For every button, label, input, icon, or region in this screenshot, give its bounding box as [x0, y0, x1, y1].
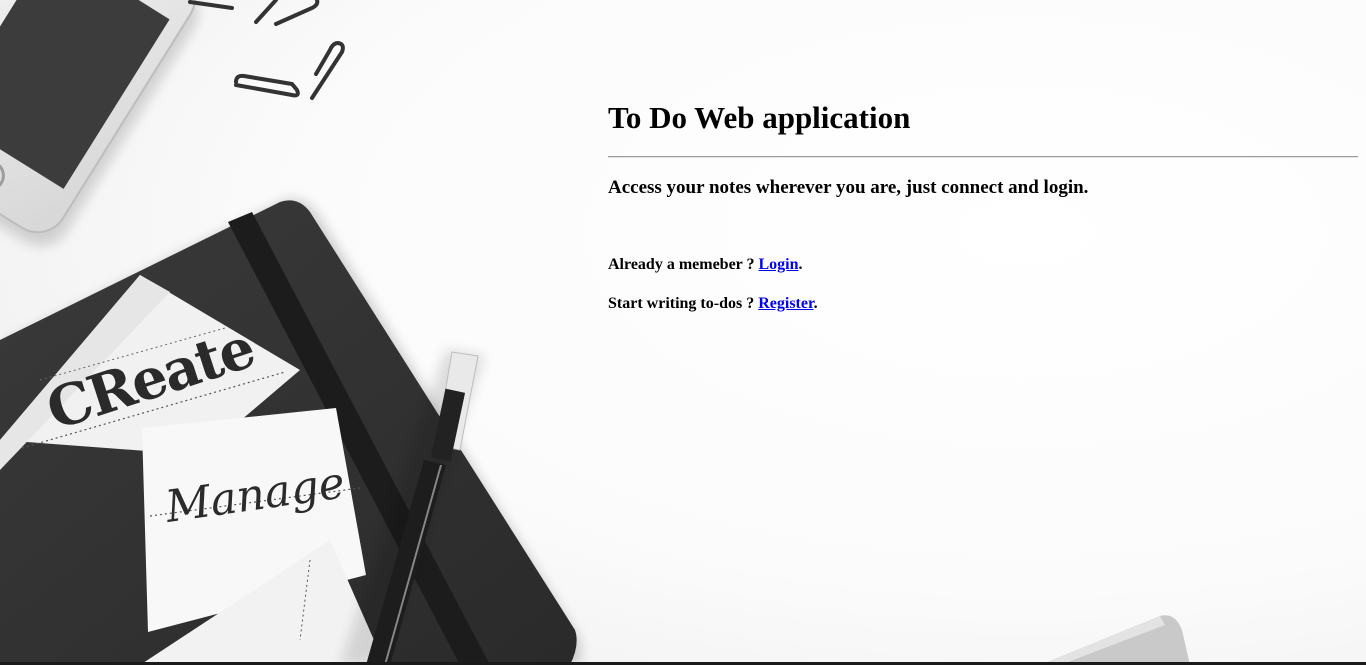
login-link[interactable]: Login	[758, 256, 798, 273]
login-line: Already a memeber ? Login.	[608, 255, 1358, 275]
tagline: Access your notes wherever you are, just…	[608, 177, 1089, 198]
login-period: .	[798, 256, 803, 273]
register-prompt: Start writing to-dos ?	[608, 295, 759, 312]
register-link[interactable]: Register	[758, 295, 813, 312]
divider	[608, 156, 1358, 158]
register-period: .	[813, 295, 818, 312]
register-line: Start writing to-dos ? Register.	[608, 294, 1358, 314]
page-title: To Do Web application	[608, 100, 911, 135]
login-prompt: Already a memeber ?	[608, 256, 759, 273]
main-content: To Do Web application Access your notes …	[608, 98, 1358, 314]
